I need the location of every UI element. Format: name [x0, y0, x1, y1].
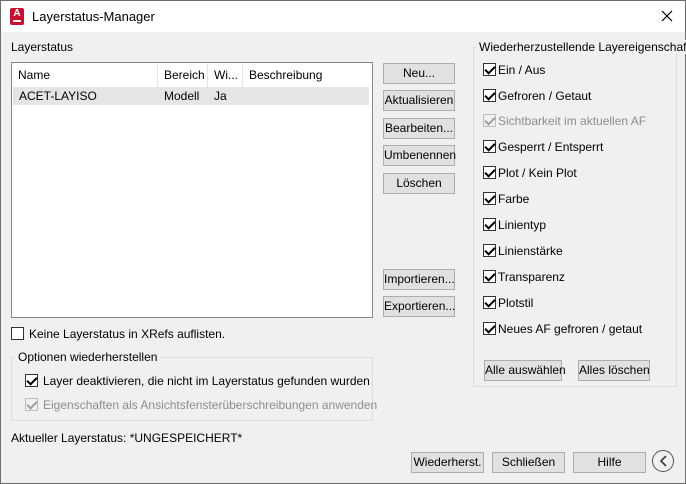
properties-group-title: Wiederherzustellende Layereigenschaften [476, 40, 686, 54]
column-header-wi[interactable]: Wi... [208, 63, 243, 87]
column-header-beschreibung[interactable]: Beschreibung [243, 63, 368, 87]
new-button[interactable]: Neu... [383, 63, 455, 84]
close-dialog-button[interactable]: Schließen [492, 452, 565, 473]
table-row[interactable]: ACET-LAYISO Modell Ja [13, 87, 369, 105]
xref-checkbox[interactable] [11, 327, 24, 340]
prop-frozen-checkbox[interactable] [483, 89, 496, 102]
cell-wi: Ja [214, 89, 227, 103]
prop-frozen-label: Gefroren / Getaut [498, 89, 592, 103]
prop-lineweight-label: Linienstärke [498, 244, 563, 258]
close-icon [661, 10, 673, 22]
prop-plotstyle-checkbox[interactable] [483, 296, 496, 309]
prop-on-off-label: Ein / Aus [498, 63, 546, 77]
layer-states-label: Layerstatus [11, 40, 74, 54]
cell-name: ACET-LAYISO [19, 89, 97, 103]
autocad-app-icon: A [10, 8, 24, 25]
prop-transparency-checkbox[interactable] [483, 270, 496, 283]
title-bar: A Layerstatus-Manager [1, 1, 685, 32]
xref-checkbox-label: Keine Layerstatus in XRefs auflisten. [29, 327, 226, 341]
list-header: Name Bereich Wi... Beschreibung [12, 63, 368, 87]
prop-plotstyle-label: Plotstil [498, 296, 534, 310]
prop-visibility-label: Sichtbarkeit im aktuellen AF [498, 114, 647, 128]
restore-options-title: Optionen wiederherstellen [15, 350, 161, 364]
select-all-button[interactable]: Alle auswählen [484, 360, 566, 381]
window-title: Layerstatus-Manager [32, 9, 155, 24]
close-button[interactable] [649, 1, 685, 32]
prop-new-vp-frozen-label: Neues AF gefroren / getaut [498, 322, 643, 336]
export-button[interactable]: Exportieren... [383, 296, 455, 317]
current-layer-state: Aktueller Layerstatus: *UNGESPEICHERT* [11, 431, 243, 445]
prop-on-off-checkbox[interactable] [483, 63, 496, 76]
deactivate-layers-label: Layer deaktivieren, die nicht im Layerst… [43, 374, 370, 388]
update-button[interactable]: Aktualisieren [383, 90, 455, 111]
layer-state-manager-dialog: A Layerstatus-Manager Layerstatus Name B… [0, 0, 686, 484]
restore-button[interactable]: Wiederherst. [411, 452, 484, 473]
prop-color-checkbox[interactable] [483, 192, 496, 205]
prop-linetype-checkbox[interactable] [483, 218, 496, 231]
layer-states-list[interactable]: Name Bereich Wi... Beschreibung ACET-LAY… [11, 62, 373, 318]
prop-visibility-checkbox [483, 114, 496, 127]
help-button[interactable]: Hilfe [573, 452, 646, 473]
prop-lineweight-checkbox[interactable] [483, 244, 496, 257]
prop-plot-label: Plot / Kein Plot [498, 166, 577, 180]
import-button[interactable]: Importieren... [383, 269, 455, 290]
prop-color-label: Farbe [498, 192, 530, 206]
chevron-left-circle-icon[interactable] [652, 450, 674, 472]
prop-locked-label: Gesperrt / Entsperrt [498, 140, 604, 154]
delete-button[interactable]: Löschen [383, 173, 455, 194]
prop-plot-checkbox[interactable] [483, 166, 496, 179]
column-header-name[interactable]: Name [12, 63, 158, 87]
viewport-overrides-checkbox [25, 398, 38, 411]
cell-beschreibung [243, 87, 249, 105]
prop-transparency-label: Transparenz [498, 270, 565, 284]
prop-new-vp-frozen-checkbox[interactable] [483, 322, 496, 335]
cell-bereich: Modell [164, 89, 200, 103]
prop-linetype-label: Linientyp [498, 218, 547, 232]
deactivate-layers-checkbox[interactable] [25, 374, 38, 387]
prop-locked-checkbox[interactable] [483, 140, 496, 153]
viewport-overrides-label: Eigenschaften als Ansichtsfensterübersch… [43, 398, 378, 412]
clear-all-button[interactable]: Alles löschen [578, 360, 650, 381]
rename-button[interactable]: Umbenennen [383, 145, 456, 166]
column-header-bereich[interactable]: Bereich [158, 63, 208, 87]
edit-button[interactable]: Bearbeiten... [383, 118, 455, 139]
